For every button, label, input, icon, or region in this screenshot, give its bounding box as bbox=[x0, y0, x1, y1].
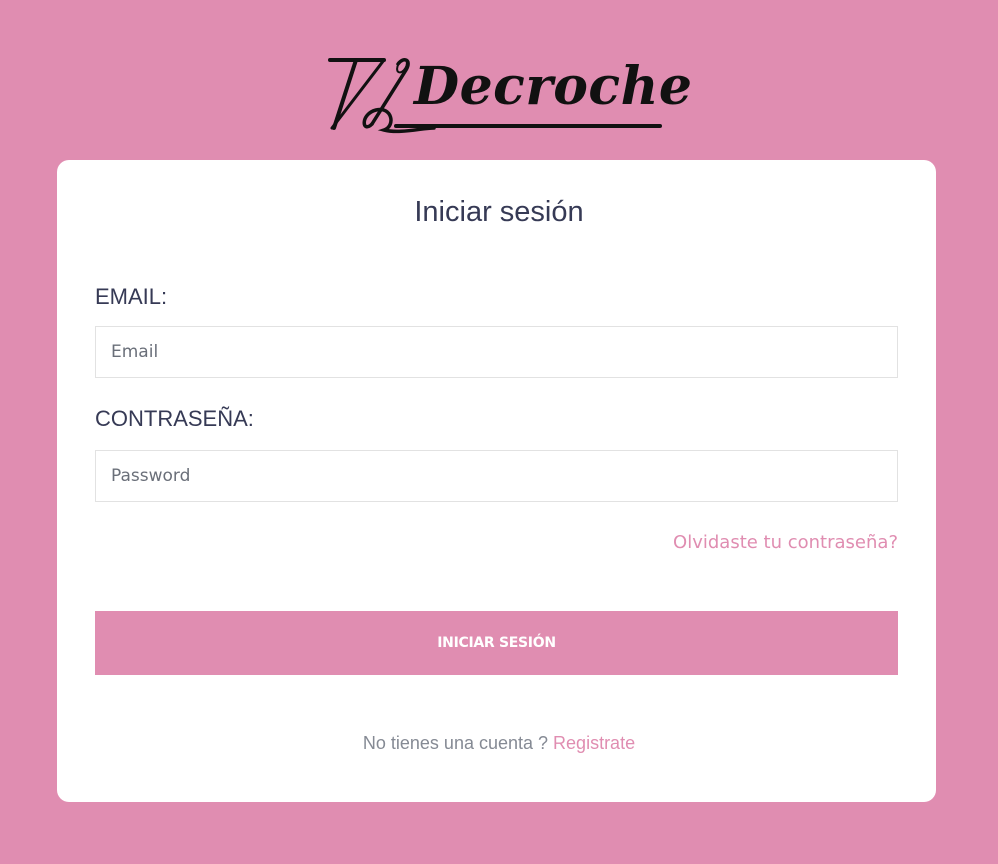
login-page: Decroche Iniciar sesión EMAIL: CONTRASEÑ… bbox=[0, 0, 998, 864]
login-button[interactable]: INICIAR SESIÓN bbox=[95, 611, 898, 675]
email-field[interactable] bbox=[95, 326, 898, 378]
register-link[interactable]: Registrate bbox=[553, 733, 635, 753]
no-account-text: No tienes una cuenta ? bbox=[362, 733, 549, 753]
password-label: CONTRASEÑA: bbox=[95, 406, 254, 431]
brand-wordmark: Decroche bbox=[414, 56, 693, 117]
register-prompt: No tienes una cuenta ? Registrate bbox=[0, 733, 998, 754]
password-field[interactable] bbox=[95, 450, 898, 502]
page-title: Iniciar sesión bbox=[414, 196, 584, 228]
forgot-password-link[interactable]: Olvidaste tu contraseña? bbox=[673, 532, 898, 553]
brand-logo: Decroche bbox=[326, 50, 692, 136]
email-label: EMAIL: bbox=[95, 284, 168, 309]
